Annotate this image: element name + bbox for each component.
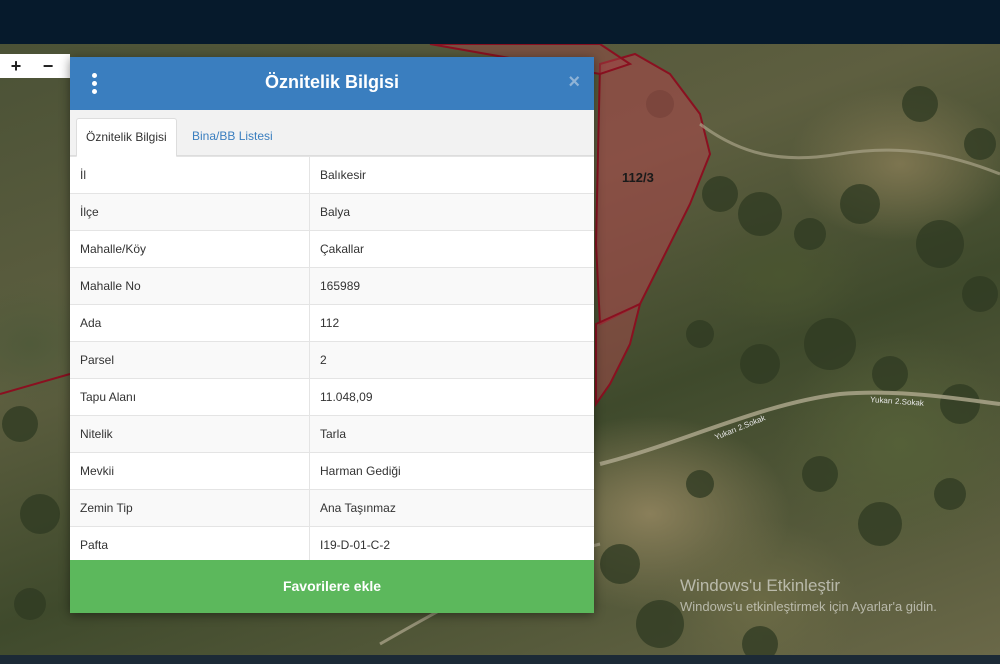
dialog-header: Öznitelik Bilgisi ×	[70, 57, 594, 110]
close-icon[interactable]: ×	[568, 71, 580, 94]
row-value: Balya	[309, 193, 594, 231]
table-row: Parsel 2	[70, 341, 594, 379]
row-value: 112	[309, 304, 594, 342]
table-row: İlçe Balya	[70, 193, 594, 231]
row-value: 2	[309, 341, 594, 379]
activation-watermark: Windows'u Etkinleştir Windows'u etkinleş…	[680, 576, 937, 614]
row-value: I19-D-01-C-2	[309, 526, 594, 563]
row-key: Mahalle No	[70, 267, 310, 305]
table-row: İl Balıkesir	[70, 156, 594, 194]
row-key: Mahalle/Köy	[70, 230, 310, 268]
row-key: Pafta	[70, 526, 310, 563]
row-key: Ada	[70, 304, 310, 342]
table-row: Nitelik Tarla	[70, 415, 594, 453]
parcel-label: 112/3	[622, 170, 654, 185]
table-row: Tapu Alanı 11.048,09	[70, 378, 594, 416]
top-bar	[0, 0, 1000, 44]
table-row: Pafta I19-D-01-C-2	[70, 526, 594, 563]
zoom-in-button[interactable]: +	[0, 56, 32, 77]
row-key: Tapu Alanı	[70, 378, 310, 416]
row-value: Balıkesir	[309, 156, 594, 194]
attribute-table: İl Balıkesir İlçe Balya Mahalle/Köy Çakalla…	[70, 156, 594, 563]
table-row: Zemin Tip Ana Taşınmaz	[70, 489, 594, 527]
row-value: Çakallar	[309, 230, 594, 268]
taskbar	[0, 655, 1000, 664]
watermark-subtitle: Windows'u etkinleştirmek için Ayarlar'a …	[680, 599, 937, 614]
add-to-favorites-button[interactable]: Favorilere ekle	[70, 560, 594, 613]
table-row: Ada 112	[70, 304, 594, 342]
watermark-title: Windows'u Etkinleştir	[680, 576, 841, 595]
tab-building-list[interactable]: Bina/BB Listesi	[183, 118, 282, 155]
dialog-tabs: Öznitelik Bilgisi Bina/BB Listesi	[70, 110, 594, 157]
row-value: Harman Gediği	[309, 452, 594, 490]
row-value: 11.048,09	[309, 378, 594, 416]
row-key: Nitelik	[70, 415, 310, 453]
table-row: Mahalle/Köy Çakallar	[70, 230, 594, 268]
row-key: Mevkii	[70, 452, 310, 490]
tab-attribute-info[interactable]: Öznitelik Bilgisi	[76, 118, 177, 157]
row-key: Zemin Tip	[70, 489, 310, 527]
parcel-1123[interactable]	[594, 52, 712, 326]
zoom-control: + −	[0, 54, 70, 78]
attribute-info-dialog: Öznitelik Bilgisi × Öznitelik Bilgisi Bi…	[70, 57, 594, 613]
table-row: Mevkii Harman Gediği	[70, 452, 594, 490]
row-value: 165989	[309, 267, 594, 305]
zoom-out-button[interactable]: −	[32, 56, 64, 77]
row-key: İl	[70, 156, 310, 194]
row-key: İlçe	[70, 193, 310, 231]
table-row: Mahalle No 165989	[70, 267, 594, 305]
row-key: Parsel	[70, 341, 310, 379]
row-value: Tarla	[309, 415, 594, 453]
dialog-title: Öznitelik Bilgisi	[264, 72, 400, 92]
row-value: Ana Taşınmaz	[309, 489, 594, 527]
road-label: Yukarı 2.Sokak	[870, 395, 925, 408]
